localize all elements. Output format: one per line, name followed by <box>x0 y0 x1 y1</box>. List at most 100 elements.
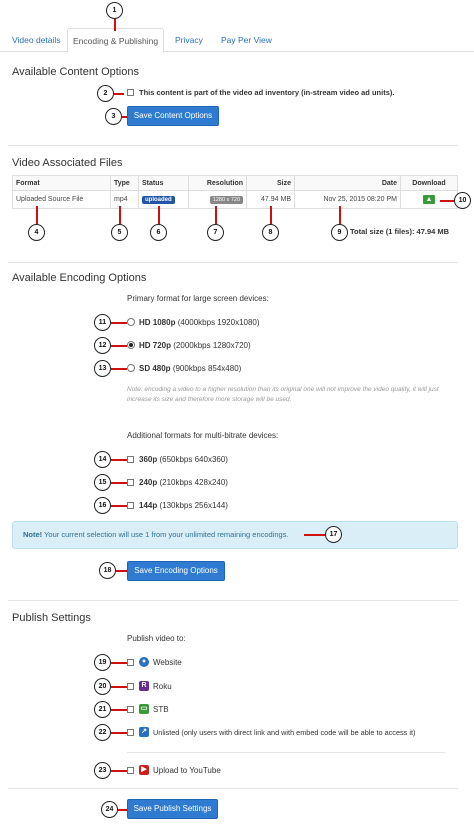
option-720p-detail: (2000kbps 1280x720) <box>173 341 251 350</box>
option-1080p-detail: (4000kbps 1920x1080) <box>177 318 260 327</box>
radio-480p[interactable] <box>127 364 135 372</box>
callout-12: 12 <box>94 337 111 354</box>
col-type: Type <box>110 175 139 191</box>
tab-pay-per-view[interactable]: Pay Per View <box>216 28 277 52</box>
encoding-alert: Note! Your current selection will use 1 … <box>12 521 458 549</box>
col-size: Size <box>246 175 295 191</box>
publish-stb-label: STB <box>153 705 169 714</box>
checkbox-360p[interactable] <box>127 456 134 463</box>
total-size: Total size (1 files): 47.94 MB <box>350 227 450 236</box>
arrow <box>111 505 127 507</box>
option-144p-name: 144p <box>139 501 158 510</box>
publish-roku-label: Roku <box>153 682 172 691</box>
alert-text: Your current selection will use 1 from y… <box>42 530 289 539</box>
option-480p: SD 480p (900kbps 854x480) <box>139 364 241 373</box>
arrow <box>440 200 454 202</box>
tab-bar: Video details Encoding & Publishing Priv… <box>0 28 474 53</box>
encoding-title: Available Encoding Options <box>12 272 147 284</box>
col-download: Download <box>400 175 458 191</box>
arrow <box>215 206 217 224</box>
roku-icon: R <box>139 681 149 691</box>
callout-4: 4 <box>28 224 45 241</box>
arrow <box>339 206 341 224</box>
save-publish-settings-button[interactable]: Save Publish Settings <box>127 799 218 819</box>
save-content-options-button[interactable]: Save Content Options <box>127 106 219 126</box>
callout-20: 20 <box>94 678 111 695</box>
callout-24: 24 <box>101 801 118 818</box>
option-360p: 360p (650kbps 640x360) <box>139 455 228 464</box>
arrow <box>111 345 127 347</box>
callout-6: 6 <box>150 224 167 241</box>
encoding-note: Note: encoding a video to a higher resol… <box>127 386 439 403</box>
option-1080p-name: HD 1080p <box>139 318 176 327</box>
content-options-title: Available Content Options <box>12 66 139 78</box>
callout-15: 15 <box>94 474 111 491</box>
download-icon[interactable]: ▲ <box>423 195 435 204</box>
option-144p-detail: (130kbps 256x144) <box>159 501 228 510</box>
checkbox-roku[interactable] <box>127 683 134 690</box>
checkbox-144p[interactable] <box>127 502 134 509</box>
ad-inventory-checkbox[interactable] <box>127 89 134 96</box>
arrow <box>118 809 127 811</box>
radio-1080p[interactable] <box>127 318 135 326</box>
divider <box>8 262 458 263</box>
tab-encoding-publishing[interactable]: Encoding & Publishing <box>67 28 165 53</box>
tab-privacy[interactable]: Privacy <box>170 28 208 52</box>
status-badge: uploaded <box>142 196 175 204</box>
tab-video-details[interactable]: Video details <box>7 28 66 52</box>
checkbox-unlisted[interactable] <box>127 729 134 736</box>
arrow <box>114 19 116 31</box>
callout-8: 8 <box>262 224 279 241</box>
unlisted-icon: ↗ <box>139 727 149 737</box>
checkbox-website[interactable] <box>127 659 134 666</box>
arrow <box>36 206 38 224</box>
option-240p-detail: (210kbps 428x240) <box>159 478 228 487</box>
callout-1: 1 <box>106 2 123 19</box>
option-720p: HD 720p (2000kbps 1280x720) <box>139 341 251 350</box>
file-type: mp4 <box>110 190 139 209</box>
arrow <box>114 93 124 95</box>
callout-19: 19 <box>94 654 111 671</box>
arrow <box>111 368 127 370</box>
col-format: Format <box>12 175 111 191</box>
additional-formats-label: Additional formats for multi-bitrate dev… <box>127 431 279 440</box>
publish-website-label: Website <box>153 658 182 667</box>
callout-21: 21 <box>94 701 111 718</box>
option-240p: 240p (210kbps 428x240) <box>139 478 228 487</box>
callout-18: 18 <box>99 562 116 579</box>
option-720p-name: HD 720p <box>139 341 172 350</box>
arrow <box>111 322 127 324</box>
option-480p-name: SD 480p <box>139 364 171 373</box>
arrow <box>270 206 272 224</box>
checkbox-youtube[interactable] <box>127 767 134 774</box>
files-title: Video Associated Files <box>12 157 123 169</box>
callout-3: 3 <box>105 108 122 125</box>
primary-format-label: Primary format for large screen devices: <box>127 294 269 303</box>
publish-title: Publish Settings <box>12 612 91 624</box>
divider <box>127 752 445 753</box>
callout-14: 14 <box>94 451 111 468</box>
option-360p-name: 360p <box>139 455 158 464</box>
save-encoding-options-button[interactable]: Save Encoding Options <box>127 561 225 581</box>
callout-7: 7 <box>207 224 224 241</box>
publish-youtube-label: Upload to YouTube <box>153 766 221 775</box>
ad-inventory-label: This content is part of the video ad inv… <box>139 88 395 97</box>
checkbox-stb[interactable] <box>127 706 134 713</box>
arrow <box>304 534 326 536</box>
callout-10: 10 <box>454 192 471 209</box>
callout-9: 9 <box>331 224 348 241</box>
resolution-badge: 1280 x 720 <box>209 196 243 204</box>
option-480p-detail: (900kbps 854x480) <box>172 364 242 373</box>
callout-16: 16 <box>94 497 111 514</box>
option-360p-detail: (650kbps 640x360) <box>159 455 228 464</box>
radio-720p[interactable] <box>127 341 135 349</box>
arrow <box>111 459 127 461</box>
publish-label: Publish video to: <box>127 634 186 643</box>
file-status-cell: uploaded <box>138 190 189 209</box>
arrow <box>111 662 127 664</box>
arrow <box>111 482 127 484</box>
callout-11: 11 <box>94 314 111 331</box>
checkbox-240p[interactable] <box>127 479 134 486</box>
arrow <box>158 206 160 224</box>
col-status: Status <box>138 175 189 191</box>
